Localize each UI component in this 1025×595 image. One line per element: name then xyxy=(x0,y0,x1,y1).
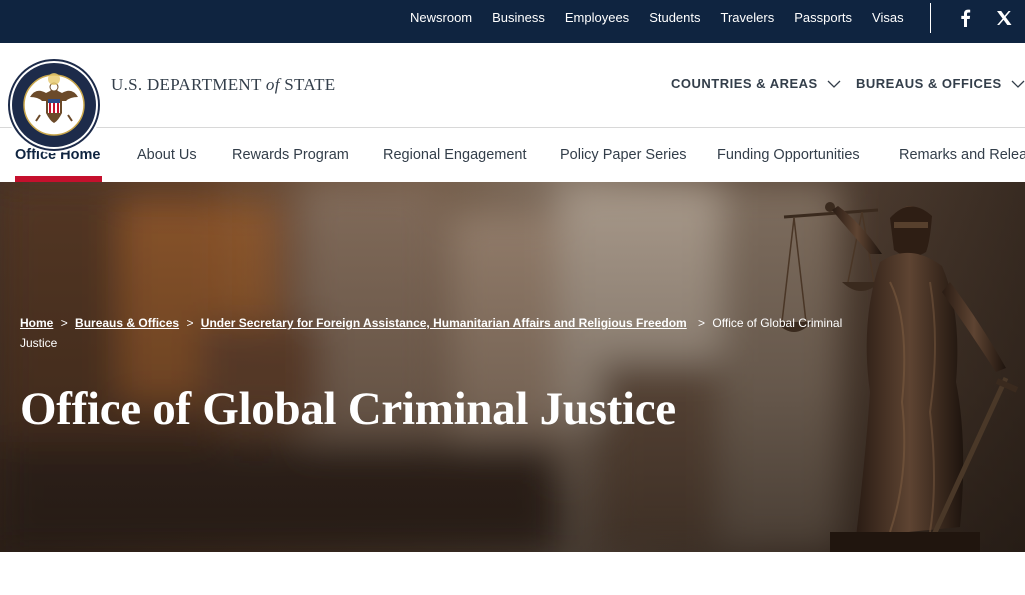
hero-banner: Home > Bureaus & Offices > Under Secreta… xyxy=(0,182,1025,552)
chevron-down-icon xyxy=(827,76,841,91)
utility-link-travelers[interactable]: Travelers xyxy=(721,10,775,25)
page-title: Office of Global Criminal Justice xyxy=(20,383,676,435)
subnav-funding-opportunities[interactable]: Funding Opportunities xyxy=(717,128,860,182)
breadcrumb-separator: > xyxy=(698,316,706,330)
chevron-down-icon xyxy=(1011,76,1025,91)
site-name-pre: U.S. DEPARTMENT xyxy=(111,75,266,94)
breadcrumb-separator: > xyxy=(186,316,194,330)
lady-justice-statue-icon xyxy=(776,202,1019,552)
subnav-policy-paper-series[interactable]: Policy Paper Series xyxy=(560,128,687,182)
utility-divider xyxy=(930,3,931,33)
breadcrumb: Home > Bureaus & Offices > Under Secreta… xyxy=(20,313,870,353)
nav-countries-label: COUNTRIES & AREAS xyxy=(671,76,818,91)
subnav-regional-engagement[interactable]: Regional Engagement xyxy=(383,128,527,182)
subnav-rewards-program[interactable]: Rewards Program xyxy=(232,128,349,182)
utility-link-business[interactable]: Business xyxy=(492,10,545,25)
office-subnav: Office Home About Us Rewards Program Reg… xyxy=(0,128,1025,182)
site-name-of: of xyxy=(265,75,280,94)
utility-link-students[interactable]: Students xyxy=(649,10,700,25)
utility-link-visas[interactable]: Visas xyxy=(872,10,904,25)
subnav-remarks-and-releases[interactable]: Remarks and Relea xyxy=(899,128,1025,182)
site-header: U.S. DEPARTMENT of STATE COUNTRIES & ARE… xyxy=(0,43,1025,153)
utility-link-newsroom[interactable]: Newsroom xyxy=(410,10,472,25)
x-icon[interactable] xyxy=(994,8,1014,28)
site-name[interactable]: U.S. DEPARTMENT of STATE xyxy=(111,75,335,95)
department-seal-icon[interactable] xyxy=(6,57,102,153)
site-name-post: STATE xyxy=(279,75,336,94)
nav-bureaus-label: BUREAUS & OFFICES xyxy=(856,76,1002,91)
nav-countries-areas[interactable]: COUNTRIES & AREAS xyxy=(671,76,841,91)
nav-bureaus-offices[interactable]: BUREAUS & OFFICES xyxy=(856,76,1025,91)
utility-nav: Newsroom Business Employees Students Tra… xyxy=(400,0,914,35)
breadcrumb-bureaus[interactable]: Bureaus & Offices xyxy=(75,316,179,330)
facebook-icon[interactable] xyxy=(955,8,975,28)
breadcrumb-under-secretary[interactable]: Under Secretary for Foreign Assistance, … xyxy=(201,316,687,330)
utility-link-employees[interactable]: Employees xyxy=(565,10,629,25)
subnav-about-us[interactable]: About Us xyxy=(137,128,197,182)
breadcrumb-separator: > xyxy=(60,316,68,330)
utility-link-passports[interactable]: Passports xyxy=(794,10,852,25)
breadcrumb-home[interactable]: Home xyxy=(20,316,53,330)
utility-bar: Newsroom Business Employees Students Tra… xyxy=(0,0,1025,43)
